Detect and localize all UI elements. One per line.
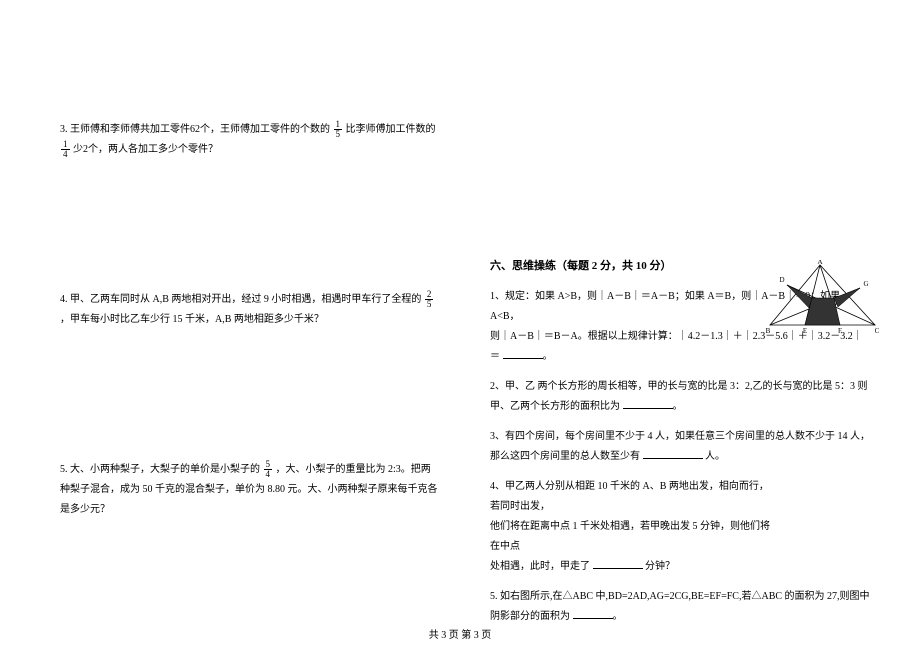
p-l4-text-b: ，甲车每小时比乙车少行 15 千米，A,B 两地相距多少千米？ <box>60 314 324 325</box>
problem-right-3: 3、有四个房间，每个房间里不少于 4 人，如果任意三个房间里的总人数不少于 14… <box>490 427 870 467</box>
problem-right-5: 5. 如右图所示,在△ABC 中,BD=2AD,AG=2CG,BE=EF=FC,… <box>490 587 870 627</box>
p-l4-text-a: 4. 甲、乙两车同时从 A,B 两地相对开出，经过 9 小时相遇，相遇时甲车行了… <box>60 294 421 305</box>
blank-answer[interactable] <box>593 557 643 569</box>
blank-answer[interactable] <box>643 447 703 459</box>
p-r4-text-a: 4、甲乙两人分别从相距 10 千米的 A、B 两地出发，相向而行，若同时出发， <box>490 481 769 512</box>
p-r3-text-b: 人。 <box>705 451 725 462</box>
frac-den: 5 <box>425 300 434 309</box>
p-r4-text-c: 处相遇，此时，甲走了 <box>490 561 590 572</box>
problem-left-3: 3. 王师傅和李师傅共加工零件62个，王师傅加工零件的个数的 1 5 比李师傅加… <box>60 120 440 160</box>
right-column: 六、思维操练（每题 2 分，共 10 分） 1、规定：如果 A>B，则｜A－B｜… <box>490 120 870 600</box>
blank-answer[interactable] <box>623 397 673 409</box>
fig-label-d: D <box>779 276 784 284</box>
triangle-figure-icon: A D G B E F C <box>765 260 880 335</box>
page-content: 3. 王师傅和李师傅共加工零件62个，王师傅加工零件的个数的 1 5 比李师傅加… <box>0 0 920 620</box>
p-r1-text-b: 则｜A－B｜＝B－A。根据以上规律计算：｜4.2－1.3｜＋｜2.3－5.6｜＋… <box>490 331 863 362</box>
problem-left-4: 4. 甲、乙两车同时从 A,B 两地相对开出，经过 9 小时相遇，相遇时甲车行了… <box>60 290 440 330</box>
fraction-5-4: 5 4 <box>264 460 273 479</box>
fig-label-c: C <box>875 327 880 335</box>
problem-right-2: 2、甲、乙 两个长方形的周长相等，甲的长与宽的比是 3：2,乙的长与宽的比是 5… <box>490 377 870 417</box>
p-l5-text-a: 5. 大、小两种梨子，大梨子的单价是小梨子的 <box>60 464 260 475</box>
frac-den: 5 <box>334 130 343 139</box>
p-r4-text-d: 分钟？ <box>645 561 675 572</box>
fig-label-e: E <box>803 327 807 335</box>
frac-den: 4 <box>61 150 70 159</box>
fig-label-a: A <box>817 260 822 266</box>
fraction-2-5: 2 5 <box>425 290 434 309</box>
fig-label-b: B <box>766 327 771 335</box>
fig-label-g: G <box>863 280 868 288</box>
problem-right-4: 4、甲乙两人分别从相距 10 千米的 A、B 两地出发，相向而行，若同时出发， … <box>490 477 770 577</box>
fig-label-f: F <box>838 327 842 335</box>
p-l3-text-c: 少2个，两人各加工多少个零件？ <box>73 144 218 155</box>
p-r5-text-a: 5. 如右图所示,在△ABC 中,BD=2AD,AG=2CG,BE=EF=FC,… <box>490 591 870 622</box>
blank-answer[interactable] <box>573 607 613 619</box>
p-r2-text: 2、甲、乙 两个长方形的周长相等，甲的长与宽的比是 3：2,乙的长与宽的比是 5… <box>490 381 868 412</box>
page-footer: 共 3 页 第 3 页 <box>0 626 920 641</box>
p-r4-text-b: 他们将在距离中点 1 千米处相遇，若甲晚出发 5 分钟，则他们将在中点 <box>490 521 770 552</box>
left-column: 3. 王师傅和李师傅共加工零件62个，王师傅加工零件的个数的 1 5 比李师傅加… <box>60 120 440 600</box>
p-l3-text-b: 比李师傅加工件数的 <box>346 124 436 135</box>
fraction-1-5: 1 5 <box>334 120 343 139</box>
problem-left-5: 5. 大、小两种梨子，大梨子的单价是小梨子的 5 4 ，大、小梨子的重量比为 2… <box>60 460 440 520</box>
fraction-1-4: 1 4 <box>61 140 70 159</box>
p-l3-text-a: 3. 王师傅和李师傅共加工零件62个，王师傅加工零件的个数的 <box>60 124 330 135</box>
frac-den: 4 <box>264 470 273 479</box>
blank-answer[interactable] <box>503 347 543 359</box>
